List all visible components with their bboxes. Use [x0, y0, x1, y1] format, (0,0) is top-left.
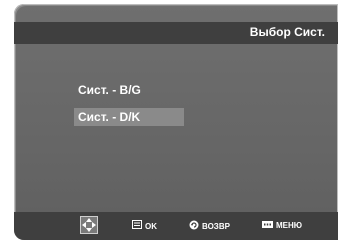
title-bar: Выбор Сист. [14, 22, 338, 44]
back-label: ВОЗВР [202, 222, 230, 231]
menu-icon [262, 220, 273, 232]
menu-label: МЕНЮ [276, 221, 303, 230]
menu-item-system-bg[interactable]: Сист. - B/G [74, 81, 184, 99]
menu-control[interactable]: МЕНЮ [262, 220, 302, 232]
page-title: Выбор Сист. [249, 25, 325, 39]
back-control[interactable]: ВОЗВР [189, 220, 230, 232]
enter-icon [132, 220, 142, 233]
menu-item-system-dk[interactable]: Сист. - D/K [74, 108, 184, 126]
dpad-icon [80, 216, 98, 239]
ok-control[interactable]: OK [132, 220, 157, 232]
return-icon [189, 220, 199, 234]
ok-label: OK [145, 221, 157, 231]
osd-screen: Выбор Сист. Сист. - B/G Сист. - D/K OK В… [14, 4, 338, 240]
footer-bar: OK ВОЗВР МЕНЮ [14, 212, 338, 240]
